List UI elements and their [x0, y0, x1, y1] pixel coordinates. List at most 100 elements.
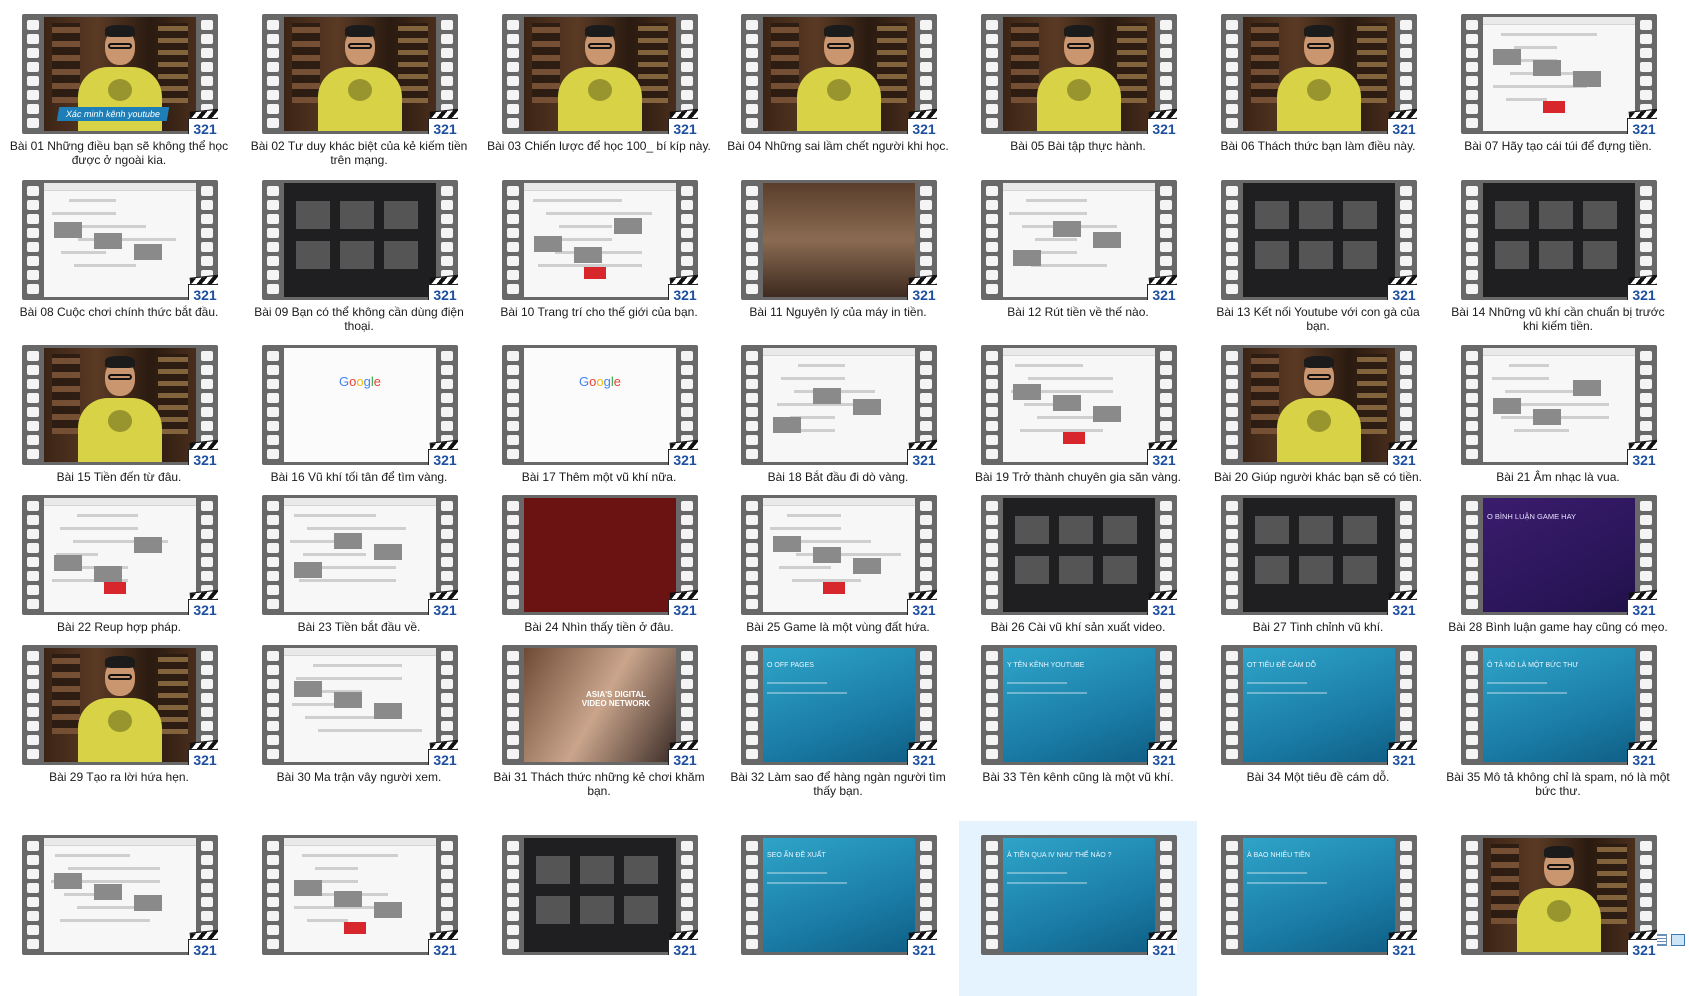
- thumb-block: [813, 547, 841, 563]
- video-file-item[interactable]: Y TÊN KÊNH YOUTUBE 321 Bài 33 Tên kênh cũn…: [959, 631, 1197, 806]
- video-file-item[interactable]: 321 Bài 29 Tạo ra lời hứa hẹn.: [0, 631, 238, 806]
- video-file-item[interactable]: Google 321 Bài 16 Vũ khí tối tân để tìm và…: [240, 331, 478, 506]
- thumb-block: [773, 417, 801, 433]
- sprocket-holes: [264, 186, 282, 294]
- film-strip-thumbnail: 321: [1461, 345, 1657, 465]
- view-toggle: [1653, 934, 1685, 946]
- text-line: [315, 867, 358, 870]
- browser-bar: [1483, 17, 1635, 25]
- video-file-item[interactable]: 321 Bài 21 Âm nhạc là vua.: [1439, 331, 1677, 506]
- thumb-block: [536, 856, 570, 884]
- video-file-item[interactable]: 321 Bài 15 Tiền đến từ đâu.: [0, 331, 238, 506]
- file-name: Bài 01 Những điều bạn sẽ không thể học đ…: [9, 139, 229, 167]
- video-file-item[interactable]: Ô TẢ NÓ LÀ MỘT BỨC THƯ 321 Bài 35 Mô tả kh…: [1439, 631, 1677, 806]
- text-line: [1035, 238, 1077, 241]
- video-file-item[interactable]: 321 Bài 07 Hãy tạo cái túi để đựng tiền.: [1439, 0, 1677, 175]
- media-player-classic-icon: 321: [428, 439, 458, 465]
- video-file-item[interactable]: 321 Bài 19 Trở thành chuyên gia săn vàng.: [959, 331, 1197, 506]
- presenter-image: [791, 25, 887, 131]
- sprocket-holes: [983, 20, 1001, 128]
- video-file-item[interactable]: À BAO NHIÊU TIỀN 321: [1199, 821, 1437, 996]
- badge-number: 321: [907, 449, 937, 465]
- video-file-item[interactable]: 321 Bài 13 Kết nối Youtube với con gà của…: [1199, 166, 1437, 341]
- badge-number: 321: [907, 939, 937, 955]
- video-file-item[interactable]: O OFF PAGES 321 Bài 32 Làm sao để hàng ngà…: [719, 631, 957, 806]
- video-file-item[interactable]: ASIA'S DIGITAL VIDEO NETWORK 321 Bài 31 Th…: [480, 631, 718, 806]
- sprocket-holes: [24, 186, 42, 294]
- video-file-item[interactable]: O BÌNH LUẬN GAME HAY 321 Bài 28 Bình luận …: [1439, 481, 1677, 656]
- red-button: [104, 582, 126, 594]
- thumb-block: [1539, 201, 1573, 229]
- video-file-item[interactable]: 321 Bài 04 Những sai lầm chết người khi h…: [719, 0, 957, 175]
- film-strip-thumbnail: 321: [502, 14, 698, 134]
- video-file-item[interactable]: 321 Bài 22 Reup hợp pháp.: [0, 481, 238, 656]
- badge-number: 321: [1147, 939, 1177, 955]
- video-file-item[interactable]: 321 Bài 11 Nguyên lý của máy in tiền.: [719, 166, 957, 341]
- file-name: Bài 02 Tư duy khác biệt của kẻ kiếm tiền…: [250, 139, 468, 167]
- text-line: [546, 212, 652, 215]
- video-file-item[interactable]: 321: [0, 821, 238, 996]
- badge-number: 321: [1147, 118, 1177, 134]
- video-file-item[interactable]: À TIỀN QUA IV NHƯ THẾ NÀO ? 321: [959, 821, 1197, 996]
- video-file-item[interactable]: 321 Bài 12 Rút tiền về thế nào.: [959, 166, 1197, 341]
- sprocket-holes: [1223, 841, 1241, 949]
- badge-number: 321: [1627, 284, 1657, 300]
- thumb-block: [1059, 516, 1093, 544]
- video-file-item[interactable]: 321 Bài 18 Bắt đầu đi dò vàng.: [719, 331, 957, 506]
- thumb-block: [580, 896, 614, 924]
- video-file-item[interactable]: 321: [1439, 821, 1677, 996]
- video-file-item[interactable]: 321 Bài 03 Chiến lược để học 100_ bí kíp …: [480, 0, 718, 175]
- thumb-block: [1573, 380, 1601, 396]
- presenter-image: [312, 25, 408, 131]
- video-frame: [763, 498, 915, 612]
- video-frame: [44, 183, 196, 297]
- video-file-item[interactable]: 321 Bài 23 Tiền bắt đầu về.: [240, 481, 478, 656]
- sprocket-holes: [24, 841, 42, 949]
- video-file-item[interactable]: Xác minh kênh youtube 321 Bài 01 Những điề…: [0, 0, 238, 175]
- text-line: [296, 677, 402, 680]
- large-icons-view-icon[interactable]: [1671, 934, 1685, 946]
- video-file-item[interactable]: 321 Bài 14 Những vũ khí cần chuẩn bị trướ…: [1439, 166, 1677, 341]
- video-file-item[interactable]: 321: [480, 821, 718, 996]
- text-line: [1501, 33, 1597, 36]
- media-player-classic-icon: 321: [428, 739, 458, 765]
- thumb-block: [1013, 250, 1041, 266]
- video-file-item[interactable]: 321 Bài 09 Bạn có thể không cần dùng điện…: [240, 166, 478, 341]
- video-file-item[interactable]: 321 Bài 27 Tinh chỉnh vũ khí.: [1199, 481, 1437, 656]
- video-file-item[interactable]: 321 Bài 30 Ma trận vây người xem.: [240, 631, 478, 806]
- video-file-item[interactable]: 321 Bài 10 Trang trí cho thế giới của bạn…: [480, 166, 718, 341]
- slide-text-line: [767, 682, 827, 684]
- video-file-item[interactable]: OT TIÊU ĐỀ CÁM DỖ 321 Bài 34 Một tiêu đề c…: [1199, 631, 1437, 806]
- video-file-item[interactable]: 321 Bài 25 Game là một vùng đất hứa.: [719, 481, 957, 656]
- video-file-item[interactable]: 321 Bài 06 Thách thức bạn làm điều này.: [1199, 0, 1437, 175]
- slide-text-line: [1007, 682, 1067, 684]
- film-strip-thumbnail: 321: [502, 835, 698, 955]
- presenter-image: [1031, 25, 1127, 131]
- video-file-item[interactable]: 321 Bài 24 Nhìn thấy tiền ở đâu.: [480, 481, 718, 656]
- badge-number: 321: [1627, 118, 1657, 134]
- video-file-item[interactable]: 321 Bài 05 Bài tập thực hành.: [959, 0, 1197, 175]
- video-file-item[interactable]: 321 Bài 26 Cài vũ khí sản xuất video.: [959, 481, 1197, 656]
- video-file-item[interactable]: 321: [240, 821, 478, 996]
- sprocket-holes: [504, 841, 522, 949]
- film-strip-thumbnail: 321: [262, 180, 458, 300]
- video-file-item[interactable]: 321 Bài 08 Cuộc chơi chính thức bắt đầu.: [0, 166, 238, 341]
- slide-title: SEO ẨN ĐỀ XUẤT: [767, 852, 826, 859]
- media-player-classic-icon: 321: [907, 589, 937, 615]
- video-file-item[interactable]: 321 Bài 02 Tư duy khác biệt của kẻ kiếm t…: [240, 0, 478, 175]
- video-file-item[interactable]: Google 321 Bài 17 Thêm một vũ khí nữa.: [480, 331, 718, 506]
- file-name: Bài 33 Tên kênh cũng là một vũ khí.: [982, 770, 1174, 784]
- badge-number: 321: [1147, 284, 1177, 300]
- text-line: [1026, 199, 1087, 202]
- media-player-classic-icon: 321: [668, 589, 698, 615]
- sprocket-holes: [504, 651, 522, 759]
- file-name: Bài 34 Một tiêu đề cám dỗ.: [1246, 770, 1390, 784]
- video-file-item[interactable]: 321 Bài 20 Giúp người khác bạn sẽ có tiền…: [1199, 331, 1437, 506]
- video-frame: ASIA'S DIGITAL VIDEO NETWORK: [524, 648, 676, 762]
- thumb-block: [374, 703, 402, 719]
- media-player-classic-icon: 321: [1627, 274, 1657, 300]
- text-line: [52, 212, 116, 215]
- film-strip-thumbnail: 321: [22, 645, 218, 765]
- video-file-item[interactable]: SEO ẨN ĐỀ XUẤT 321: [719, 821, 957, 996]
- sprocket-holes: [1463, 651, 1481, 759]
